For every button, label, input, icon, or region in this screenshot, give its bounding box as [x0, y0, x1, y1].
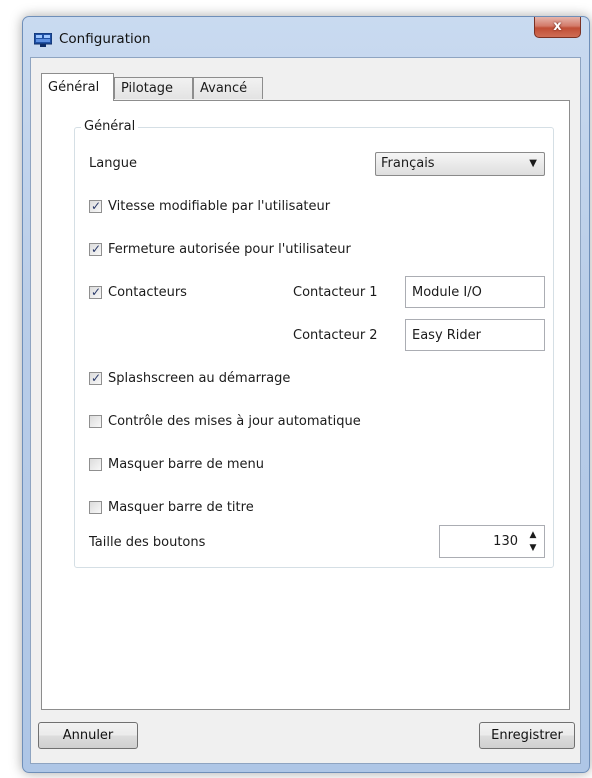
checkbox[interactable]: ✓: [89, 285, 102, 299]
group-title: Général: [81, 118, 139, 136]
checkmark-icon: ✓: [91, 371, 102, 385]
checkmark-icon: ✓: [91, 285, 102, 299]
window-title: Configuration: [59, 31, 151, 47]
tab-label: Pilotage: [121, 81, 174, 96]
option-label: Contrôle des mises à jour automatique: [108, 414, 361, 429]
contact-2-input[interactable]: [405, 319, 545, 351]
checkbox[interactable]: ✓: [89, 371, 102, 385]
button-size-label: Taille des boutons: [89, 535, 206, 550]
tab-label: Général: [48, 80, 100, 95]
tab-general[interactable]: Général: [41, 73, 114, 101]
general-groupbox: Général Langue Français ▼ ✓ Vitesse modi…: [74, 118, 554, 568]
spin-up-icon[interactable]: ▲: [528, 530, 538, 540]
tab-label: Avancé: [200, 81, 248, 96]
close-button[interactable]: x: [534, 17, 581, 38]
tab-panel-general: Général Langue Français ▼ ✓ Vitesse modi…: [41, 100, 570, 710]
button-size-stepper[interactable]: 130 ▲ ▼: [439, 525, 545, 558]
language-selected-value: Français: [381, 156, 435, 171]
title-bar[interactable]: Configuration x: [23, 17, 589, 57]
checkbox[interactable]: [89, 415, 102, 428]
close-icon: x: [553, 19, 562, 34]
option-label: Contacteurs: [108, 285, 187, 300]
option-label: Fermeture autorisée pour l'utilisateur: [108, 242, 351, 257]
contact-1-label: Contacteur 1: [293, 285, 378, 300]
tab-pilotage[interactable]: Pilotage: [114, 77, 193, 99]
checkbox[interactable]: [89, 458, 102, 471]
configuration-window: Configuration x Général Pilotage Avancé …: [22, 16, 590, 773]
checkmark-icon: ✓: [91, 242, 102, 256]
option-label: Masquer barre de menu: [108, 457, 264, 472]
option-label: Splashscreen au démarrage: [108, 371, 291, 386]
checkbox[interactable]: [89, 501, 102, 514]
contact-2-label: Contacteur 2: [293, 328, 378, 343]
checkbox[interactable]: ✓: [89, 242, 102, 256]
language-label: Langue: [89, 156, 137, 171]
checkbox[interactable]: ✓: [89, 199, 102, 213]
cancel-button[interactable]: Annuler: [38, 722, 138, 749]
spin-down-icon[interactable]: ▼: [528, 543, 538, 553]
tab-avance[interactable]: Avancé: [193, 77, 263, 99]
contact-1-input[interactable]: [405, 276, 545, 308]
chevron-down-icon: ▼: [529, 158, 537, 169]
save-button[interactable]: Enregistrer: [479, 722, 575, 749]
window-app-icon: [34, 33, 52, 47]
dialog-client-area: Général Pilotage Avancé Général Langue F…: [30, 57, 581, 764]
button-size-value: 130: [493, 534, 518, 549]
option-label: Vitesse modifiable par l'utilisateur: [108, 199, 331, 214]
checkmark-icon: ✓: [91, 199, 102, 213]
language-select[interactable]: Français ▼: [375, 152, 545, 176]
option-label: Masquer barre de titre: [108, 500, 254, 515]
